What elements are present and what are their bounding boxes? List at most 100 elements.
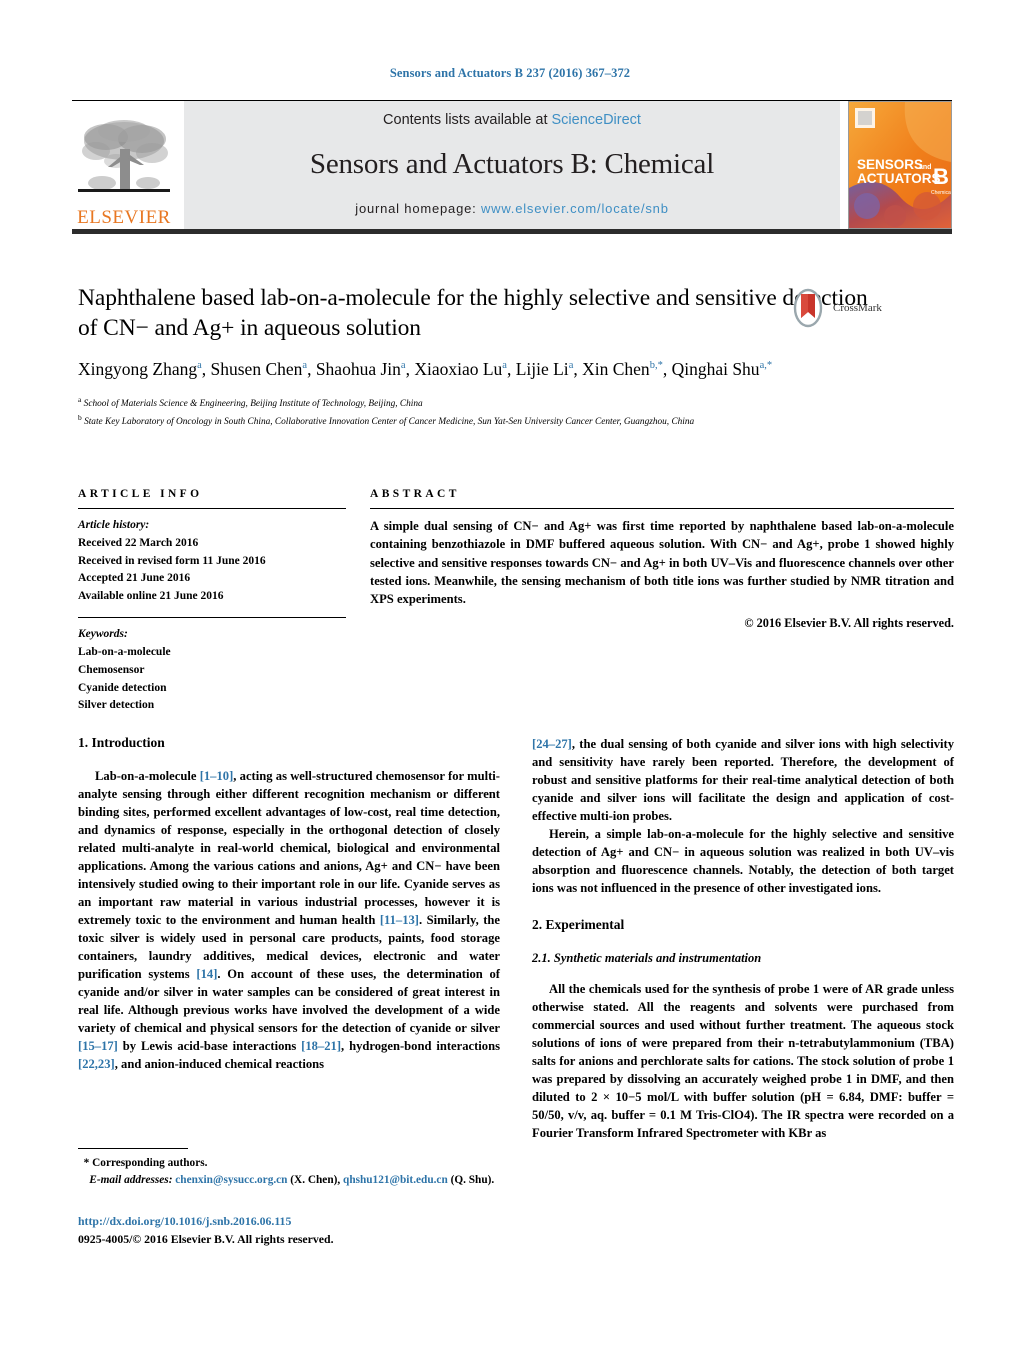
abstract-heading: ABSTRACT [370,488,460,500]
article-info-rule [78,508,346,509]
author-affiliation-mark: a [502,360,507,372]
svg-text:ACTUATORS: ACTUATORS [857,171,941,186]
affiliation-mark: b [78,412,82,422]
citation-ref[interactable]: [24–27] [532,737,572,751]
column-gap [346,488,370,715]
journal-cover-thumbnail: SENSORS and ACTUATORS B Chemical [848,101,952,229]
journal-title: Sensors and Actuators B: Chemical [309,148,715,180]
author-affiliation-mark: a [302,360,308,372]
info-abstract-region: ARTICLE INFO Article history: Received 2… [78,488,954,715]
body-column-left: 1. Introduction Lab-on-a-molecule [1–10]… [78,735,500,1142]
citation-ref[interactable]: [1–10] [200,769,234,783]
page-title: Naphthalene based lab-on-a-molecule for … [78,285,868,342]
author: Xingyong Zhanga [78,359,202,380]
running-head: Sensors and Actuators B 237 (2016) 367–3… [389,66,631,80]
history-received: Received 22 March 2016 [78,536,199,549]
corresponding-authors-note: Corresponding authors. [92,1157,208,1169]
intro-paragraph-1-part-right: [24–27], the dual sensing of both cyanid… [532,735,954,825]
affiliation-list: a School of Materials Science & Engineer… [78,394,878,430]
journal-homepage-line: journal homepage: www.elsevier.com/locat… [184,201,840,216]
crossmark-badge[interactable]: CrossMark [788,283,884,333]
affiliation-item: a School of Materials Science & Engineer… [78,394,878,412]
email-link-shu[interactable]: qhshu121@bit.edu.cn [343,1174,448,1186]
subsection-heading-synthetic-materials: 2.1. Synthetic materials and instrumenta… [532,951,762,965]
elsevier-tree-icon [78,120,170,192]
author: Shaohua Jina [315,359,406,380]
svg-text:B: B [933,164,949,189]
title-block: CrossMark Naphthalene based lab-on-a-mol… [78,283,882,430]
journal-masthead: ELSEVIER Contents lists available at Sci… [72,100,952,234]
keywords-rule [78,617,346,619]
crossmark-label: CrossMark [833,302,882,314]
homepage-prefix: journal homepage: [355,201,481,216]
intro-text: , and anion-induced chemical reactions [114,1057,325,1071]
svg-text:SENSORS: SENSORS [857,157,923,172]
corresponding-author-footnote: * Corresponding authors. E-mail addresse… [78,1148,500,1189]
intro-paragraph-1-part-left: Lab-on-a-molecule [1–10], acting as well… [78,767,500,1073]
elsevier-logo: ELSEVIER [72,101,176,229]
abstract-column: ABSTRACT A simple dual sensing of CN− an… [370,488,954,715]
citation-ref[interactable]: [15–17] [78,1039,118,1053]
author: Xin Chenb,* [582,359,663,380]
contents-available-line: Contents lists available at ScienceDirec… [184,112,840,128]
cover-artwork-icon: SENSORS and ACTUATORS B Chemical [849,102,951,228]
keyword-item: Silver detection [78,699,155,712]
affiliation-text: State Key Laboratory of Oncology in Sout… [84,416,695,427]
intro-text: by Lewis acid-base interactions [117,1039,302,1053]
abstract-copyright: © 2016 Elsevier B.V. All rights reserved… [744,616,954,631]
author-affiliation-mark: a [568,360,574,372]
abstract-rule [370,508,954,509]
doi-block: http://dx.doi.org/10.1016/j.snb.2016.06.… [78,1213,518,1248]
citation-ref[interactable]: [18–21] [301,1039,341,1053]
masthead-center: Contents lists available at ScienceDirec… [184,101,840,229]
experimental-paragraph-1: All the chemicals used for the synthesis… [532,982,954,1140]
footnote-rule [78,1148,188,1149]
author: Xiaoxiao Lua [414,359,507,380]
author-affiliation-mark: a [400,360,406,372]
author-affiliation-mark: b,* [649,360,663,372]
email-owner-chen: (X. Chen), [290,1173,341,1186]
email-owner-shu: (Q. Shu). [450,1173,495,1186]
article-page: Sensors and Actuators B 237 (2016) 367–3… [0,0,1020,1351]
affiliation-text: School of Materials Science & Engineerin… [83,399,423,410]
journal-homepage-link[interactable]: www.elsevier.com/locate/snb [481,201,669,216]
keyword-item: Lab-on-a-molecule [78,645,171,658]
issn-copyright-line: 0925-4005/© 2016 Elsevier B.V. All right… [78,1231,334,1246]
citation-ref[interactable]: [22,23] [78,1057,115,1071]
svg-text:Chemical: Chemical [931,190,951,196]
history-online: Available online 21 June 2016 [78,590,224,603]
body-columns: 1. Introduction Lab-on-a-molecule [1–10]… [78,735,954,1142]
author: Qinghai Shua,* [671,359,773,380]
section-heading-experimental: 2. Experimental [532,917,625,932]
intro-paragraph-2: Herein, a simple lab-on-a-molecule for t… [532,827,954,895]
keywords-label: Keywords: [78,628,128,641]
email-link-chen[interactable]: chenxin@sysucc.org.cn [175,1174,287,1186]
sciencedirect-link[interactable]: ScienceDirect [552,112,641,128]
doi-link[interactable]: http://dx.doi.org/10.1016/j.snb.2016.06.… [78,1213,518,1231]
intro-text: , hydrogen-bond interactions [341,1039,500,1053]
history-accepted: Accepted 21 June 2016 [78,572,191,585]
author-affiliation-mark: a,* [759,360,773,372]
intro-text: Lab-on-a-molecule [95,769,200,783]
author-list: Xingyong Zhanga, Shusen Chena, Shaohua J… [78,359,773,380]
svg-text:and: and [919,164,931,171]
affiliation-item: b State Key Laboratory of Oncology in So… [78,412,878,430]
footnote-text: * Corresponding authors. E-mail addresse… [78,1155,500,1189]
keyword-item: Chemosensor [78,663,145,676]
author: Shusen Chena [210,359,308,380]
contents-prefix: Contents lists available at [383,112,552,128]
citation-ref[interactable]: [14] [196,967,217,981]
article-history-label: Article history: [78,519,150,531]
citation-ref[interactable]: [11–13] [380,913,419,927]
history-revised: Received in revised form 11 June 2016 [78,554,266,567]
footnote-star: * [83,1157,90,1169]
abstract-text: A simple dual sensing of CN− and Ag+ was… [370,519,954,606]
intro-text: , acting as well-structured chemosensor … [78,769,500,927]
keyword-item: Cyanide detection [78,681,167,694]
body-column-right: [24–27], the dual sensing of both cyanid… [532,735,954,1142]
email-addresses-label: E-mail addresses: [89,1173,173,1186]
author: Lijie Lia [515,359,574,380]
crossmark-icon [793,288,823,328]
affiliation-mark: a [78,395,82,404]
body-column-gap [500,735,532,1142]
